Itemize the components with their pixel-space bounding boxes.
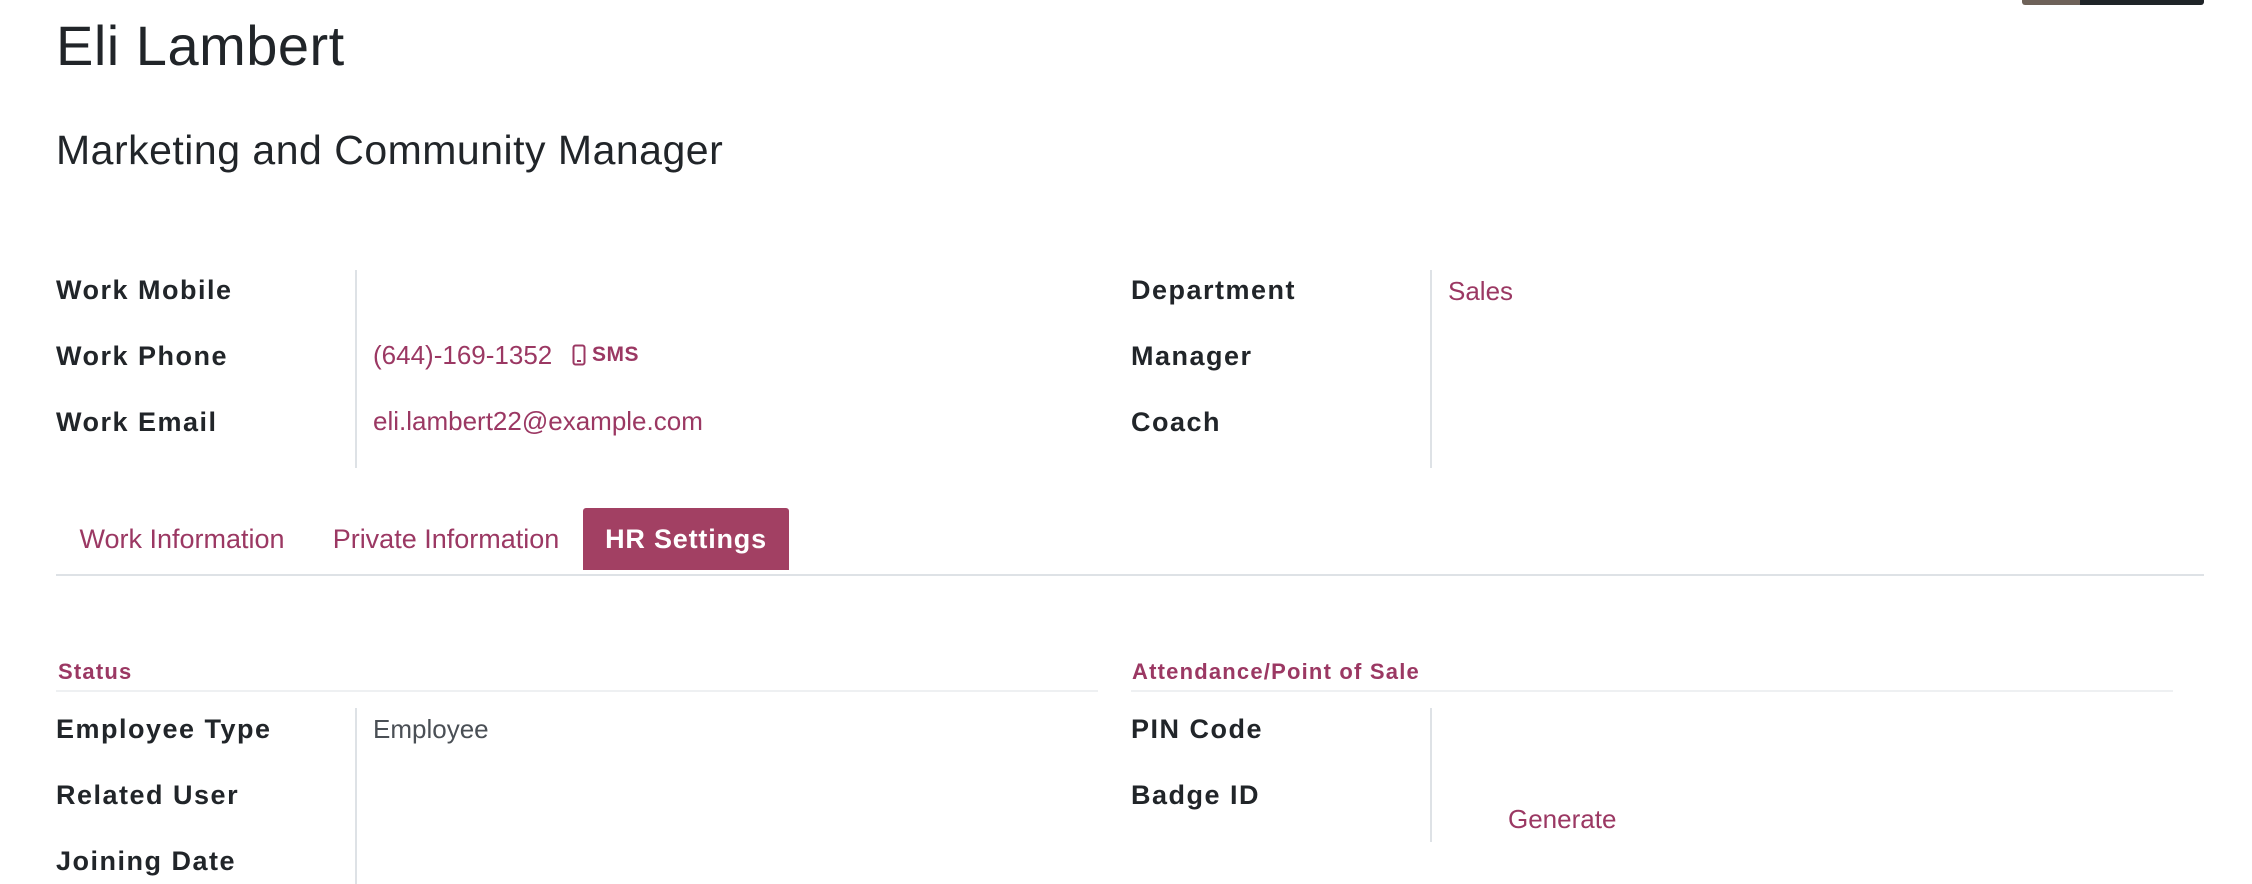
field-separator [355,708,357,884]
department-link[interactable]: Sales [1448,274,1513,308]
employee-form: Eli Lambert Marketing and Community Mana… [0,0,2252,884]
employee-avatar[interactable] [2022,0,2204,5]
field-separator [1430,270,1432,468]
related-user-field[interactable] [373,778,1073,812]
status-group-title: Status [58,659,133,684]
group-divider [1131,690,2173,692]
tab-work-information[interactable]: Work Information [56,508,308,570]
tabs-divider [56,574,2204,576]
generate-badge-button[interactable]: Generate [1508,802,1616,836]
sms-button[interactable]: SMS [572,338,639,372]
tab-private-information[interactable]: Private Information [316,508,576,570]
field-separator [1430,708,1432,842]
joining-date-label: Joining Date [56,846,237,876]
work-phone-label: Work Phone [56,341,229,371]
related-user-label: Related User [56,780,240,810]
work-email-link[interactable]: eli.lambert22@example.com [373,404,703,438]
field-separator [355,270,357,468]
mobile-phone-icon [572,344,586,366]
tab-hr-settings[interactable]: HR Settings [583,508,789,570]
employee-type-label: Employee Type [56,714,272,744]
badge-id-label: Badge ID [1131,780,1261,810]
attendance-group-title: Attendance/Point of Sale [1132,659,1420,684]
work-email-label: Work Email [56,407,218,437]
employee-type-select[interactable]: Employee [373,712,489,746]
badge-id-field[interactable] [1448,770,2148,800]
work-mobile-label: Work Mobile [56,275,233,305]
sms-label: SMS [592,343,640,366]
coach-label: Coach [1131,407,1222,437]
pin-code-field[interactable] [1448,712,2148,746]
work-mobile-field[interactable] [373,273,753,307]
employee-name[interactable]: Eli Lambert [56,12,345,80]
pin-code-label: PIN Code [1131,714,1264,744]
group-divider [56,690,1098,692]
job-title[interactable]: Marketing and Community Manager [56,124,723,176]
joining-date-field[interactable] [373,844,1073,878]
manager-label: Manager [1131,341,1253,371]
work-phone-link[interactable]: (644)-169-1352 [373,338,552,372]
department-label: Department [1131,275,1297,305]
manager-field[interactable] [1448,339,2048,373]
coach-field[interactable] [1448,405,2048,439]
